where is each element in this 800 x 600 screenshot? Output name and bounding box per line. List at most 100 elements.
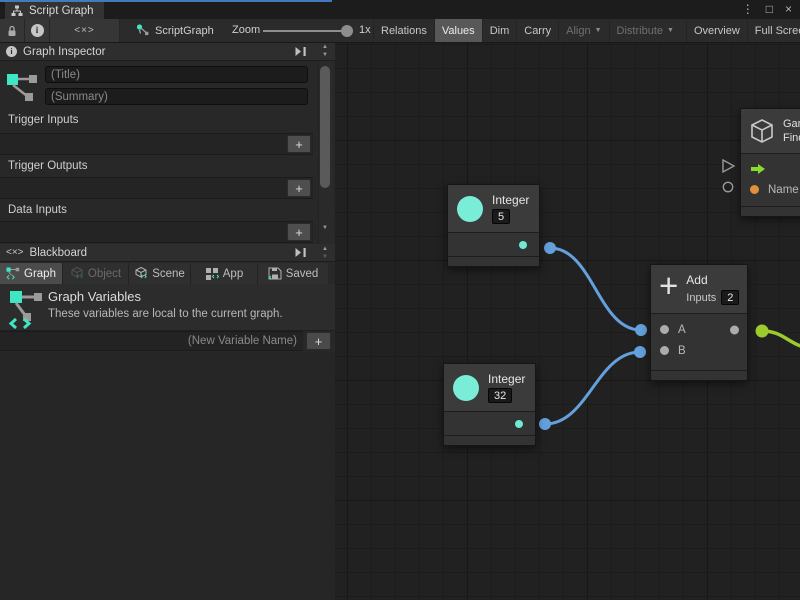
name-port-label: Name [768, 184, 799, 196]
add-trigger-output-button[interactable]: + [287, 179, 311, 197]
window-maximize-icon[interactable]: □ [766, 0, 773, 19]
wire-endpoint[interactable] [544, 242, 556, 254]
gameobject-find-node[interactable]: Game Object Find Name [740, 108, 800, 217]
scroll-down-icon[interactable]: ▼ [318, 52, 332, 58]
node-body [448, 233, 539, 256]
data-inputs-list: + [0, 221, 313, 243]
code-icon: <×> [74, 25, 95, 36]
toolbar-buttons: Relations Values Dim Carry Align ▼ Distr… [373, 19, 800, 42]
inspector-scrollbar-thumb[interactable] [320, 66, 330, 188]
summary-input[interactable] [45, 88, 308, 105]
lock-button[interactable] [0, 19, 25, 42]
dock-panel-icon[interactable] [294, 247, 307, 258]
tab-object[interactable]: Object [63, 263, 129, 284]
tab-graph[interactable]: Graph [0, 263, 63, 284]
overview-button[interactable]: Overview [686, 19, 747, 42]
carry-button[interactable]: Carry [516, 19, 558, 42]
node-header: Game Object Find [741, 109, 800, 154]
inputs-count-field[interactable]: 2 [721, 290, 739, 305]
scroll-up-icon[interactable]: ▲ [318, 44, 332, 50]
blackboard-icon: <×> [6, 247, 24, 258]
integer-output-port[interactable] [519, 241, 527, 249]
port-a-label: A [678, 324, 686, 336]
tab-saved[interactable]: Saved [258, 263, 328, 284]
trigger-arrow-icon[interactable] [750, 163, 766, 175]
integer-value-field[interactable]: 32 [488, 388, 512, 403]
name-port-row: Name [741, 179, 800, 200]
relations-label: Relations [381, 25, 427, 37]
align-dropdown[interactable]: Align ▼ [558, 19, 608, 42]
dock-panel-icon[interactable] [294, 46, 307, 57]
wire-endpoint[interactable] [634, 346, 646, 358]
title-input[interactable] [45, 66, 308, 83]
graph-canvas[interactable]: Integer 5 Integer 32 + Add [335, 43, 800, 600]
align-label: Align [566, 25, 590, 37]
scroll-up-icon[interactable]: ▲ [318, 246, 332, 252]
input-port-a[interactable] [660, 325, 669, 334]
node-body: A B [651, 314, 747, 370]
integer-node-32[interactable]: Integer 32 [443, 363, 536, 446]
graph-variables-heading: Graph Variables [48, 289, 141, 304]
inputs-label: Inputs [686, 292, 716, 304]
tab-app[interactable]: App [191, 263, 258, 284]
graph-inspector-title: Graph Inspector [23, 46, 105, 58]
gameobject-cube-icon [749, 118, 775, 144]
code-view-button[interactable]: <×> [50, 19, 120, 42]
graph-toolbar: i <×> ScriptGraph Zoom 1x Relations Valu… [0, 19, 800, 43]
relations-button[interactable]: Relations [373, 19, 434, 42]
distribute-dropdown[interactable]: Distribute ▼ [609, 19, 681, 42]
wire-integer32-to-add-b[interactable] [545, 352, 640, 424]
zoom-value: 1x [359, 24, 371, 36]
dim-button[interactable]: Dim [482, 19, 517, 42]
wire-endpoint[interactable] [756, 325, 769, 338]
full-screen-button[interactable]: Full Screen [747, 19, 800, 42]
app-grid-icon [205, 267, 219, 280]
hierarchy-icon [11, 5, 23, 17]
unconnected-trigger-port-icon[interactable] [723, 160, 734, 172]
carry-label: Carry [524, 25, 551, 37]
add-variable-button[interactable]: + [306, 332, 331, 350]
add-node[interactable]: + Add Inputs 2 A B [650, 264, 748, 381]
zoom-slider-knob[interactable] [341, 25, 353, 37]
info-toggle-button[interactable]: i [25, 19, 50, 42]
window-controls: ⋮ □ × [742, 0, 792, 19]
wire-endpoint[interactable] [539, 418, 551, 430]
blackboard-title: Blackboard [30, 247, 88, 259]
wire-integer5-to-add-a[interactable] [550, 248, 641, 330]
tab-scene-label: Scene [152, 268, 185, 280]
new-variable-input[interactable] [0, 332, 303, 350]
node-body: Name [741, 154, 800, 206]
scroll-down-icon[interactable]: ▼ [318, 254, 332, 260]
name-input-port[interactable] [750, 185, 759, 194]
integer-output-port[interactable] [515, 420, 523, 428]
info-icon: i [6, 46, 17, 57]
integer-node-5[interactable]: Integer 5 [447, 184, 540, 267]
tab-graph-label: Graph [24, 268, 56, 280]
zoom-slider-track[interactable] [263, 30, 348, 32]
scroll-down-icon[interactable]: ▼ [318, 225, 332, 231]
tab-scene[interactable]: Scene [129, 263, 191, 284]
script-graph-icon [136, 24, 149, 37]
add-data-input-button[interactable]: + [287, 223, 311, 241]
wire-endpoint[interactable] [635, 324, 647, 336]
tab-script-graph[interactable]: Script Graph [5, 2, 104, 19]
graph-breadcrumb[interactable]: ScriptGraph [136, 19, 214, 42]
node-body [444, 412, 535, 435]
window-close-icon[interactable]: × [785, 0, 792, 19]
add-trigger-input-button[interactable]: + [287, 135, 311, 153]
info-icon: i [31, 24, 44, 37]
graph-variables-block: Graph Variables These variables are loca… [0, 284, 335, 331]
window-menu-icon[interactable]: ⋮ [742, 0, 754, 19]
add-output-port[interactable] [730, 325, 739, 334]
node-header: Integer 5 [448, 185, 539, 233]
input-port-b[interactable] [660, 346, 669, 355]
trigger-outputs-label: Trigger Outputs [8, 160, 87, 172]
node-title: Integer [488, 372, 525, 386]
unconnected-data-port-icon[interactable] [723, 182, 732, 191]
integer-value-field[interactable]: 5 [492, 209, 510, 224]
dim-label: Dim [490, 25, 510, 37]
values-button[interactable]: Values [434, 19, 482, 42]
port-row-b: B [651, 340, 747, 361]
trigger-inputs-label: Trigger Inputs [8, 114, 79, 126]
node-header: Integer 32 [444, 364, 535, 412]
